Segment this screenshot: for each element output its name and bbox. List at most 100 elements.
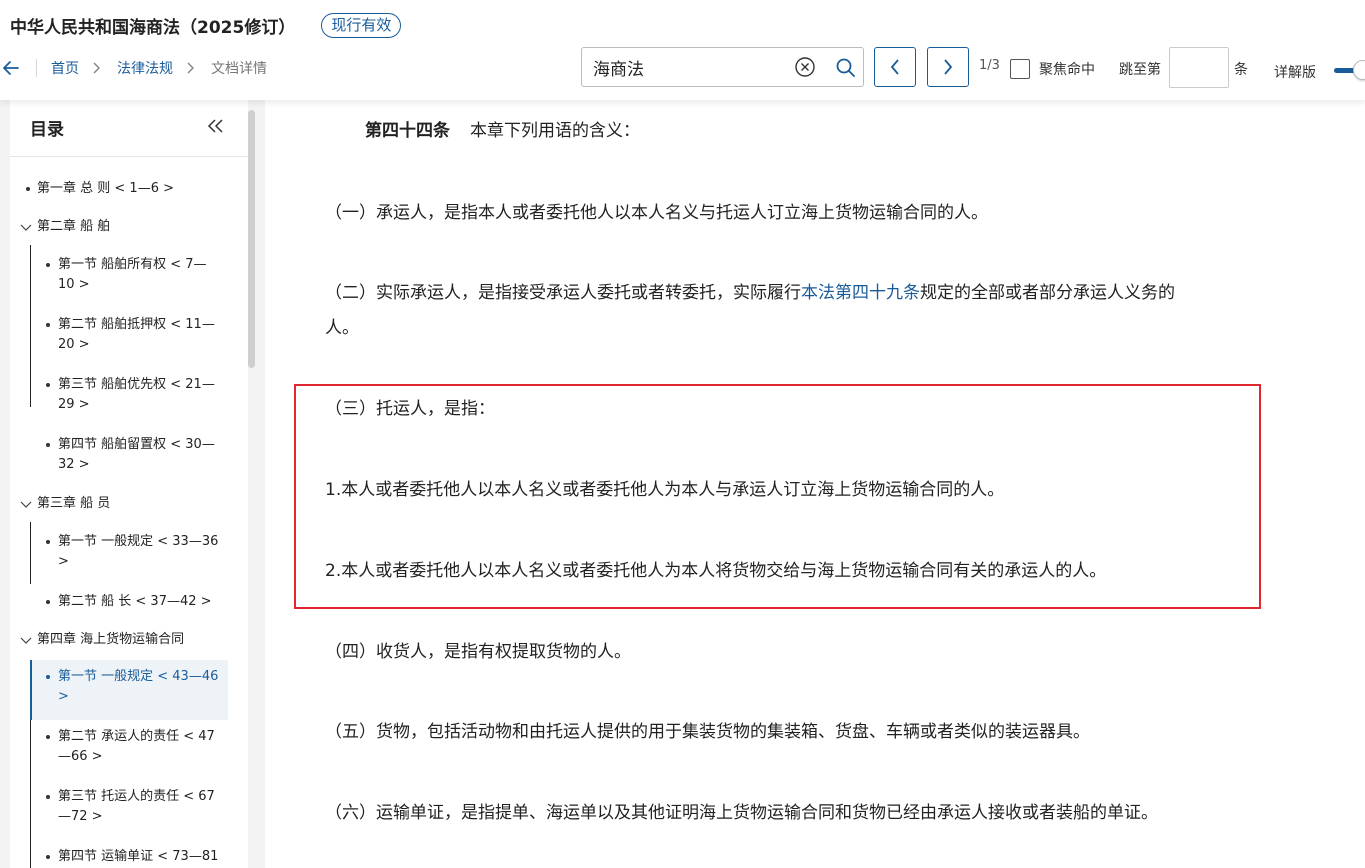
toc-item-label: 第一章 总 则 < 1—6 > (37, 181, 174, 196)
focus-hits-checkbox[interactable] (1010, 59, 1030, 79)
bullet-icon (46, 263, 50, 267)
back-arrow-icon[interactable] (0, 57, 22, 79)
toc-active-bar (30, 660, 32, 720)
toc-item-label: 第二节 承运人的责任 < 47 (58, 729, 215, 744)
toc-title: 目录 (30, 120, 64, 140)
header: 中华人民共和国海商法（2025修订） 现行有效 首页 法律法规 文档详情 海商法… (0, 0, 1365, 100)
article-number: 第四十四条 (365, 121, 450, 141)
bullet-icon (26, 187, 30, 191)
clause-4: （四）收货人，是指有权提取货物的人。 (325, 642, 631, 662)
toc-item-section[interactable]: 第四节 运输单证 < 73—81 (46, 847, 218, 867)
toc-item-label: 第一节 船舶所有权 < 7— (58, 257, 207, 272)
toc-item-label: > (58, 689, 69, 704)
clear-icon[interactable] (794, 56, 816, 78)
bullet-icon (46, 540, 50, 544)
clause-2-text: （二）实际承运人，是指接受承运人委托或者转委托，实际履行 (325, 283, 801, 303)
toc-item-label: 29 > (58, 397, 90, 412)
toc-item-label: 第四节 船舶留置权 < 30— (58, 437, 215, 452)
clause-1: （一）承运人，是指本人或者委托他人以本人名义与托运人订立海上货物运输合同的人。 (325, 203, 988, 223)
toc-header: 目录 (10, 100, 248, 157)
chevron-down-icon (20, 637, 32, 644)
breadcrumb-laws[interactable]: 法律法规 (117, 58, 173, 78)
app-window: 中华人民共和国海商法（2025修订） 现行有效 首页 法律法规 文档详情 海商法… (0, 0, 1365, 868)
toc-item-label: 第三节 船舶优先权 < 21— (58, 377, 215, 392)
toc-item-label: 20 > (58, 337, 90, 352)
chevron-down-icon (20, 501, 32, 508)
status-badge: 现行有效 (321, 12, 402, 38)
toc-item-section[interactable]: 第一节 船舶所有权 < 7— 10 > (46, 255, 207, 295)
title-row: 中华人民共和国海商法（2025修订） 现行有效 (10, 11, 402, 39)
chevron-right-icon (944, 59, 953, 75)
toc-item-chapter-4[interactable]: 第四章 海上货物运输合同 (20, 630, 184, 650)
bullet-icon (46, 323, 50, 327)
double-chevron-left-icon[interactable] (206, 117, 226, 135)
bullet-icon (46, 795, 50, 799)
bullet-icon (46, 600, 50, 604)
toc-item-chapter-1[interactable]: 第一章 总 则 < 1—6 > (24, 179, 174, 199)
toc-sidebar: 目录 第一章 总 则 < 1—6 > 第二章 船 舶 第一节 船舶所有权 < 7… (10, 100, 248, 868)
jump-to-unit: 条 (1234, 62, 1248, 78)
toc-item-label: 第一节 一般规定 < 33—36 (58, 534, 219, 549)
breadcrumb-current: 文档详情 (211, 61, 267, 77)
article-heading: 第四十四条 本章下列用语的含义： (365, 114, 640, 148)
highlight-box (294, 384, 1261, 609)
breadcrumb: 首页 法律法规 文档详情 (0, 52, 267, 84)
document-title: 中华人民共和国海商法（2025修订） (10, 17, 296, 38)
jump-to-label: 跳至第 (1119, 62, 1161, 78)
toc-tree-line (30, 522, 31, 584)
toc-item-label: 第二节 船舶抵押权 < 11— (58, 317, 215, 332)
toc-item-label: 第四节 运输单证 < 73—81 (58, 849, 219, 864)
bullet-icon (46, 675, 50, 679)
focus-hits-label: 聚焦命中 (1039, 62, 1095, 78)
clause-5: （五）货物，包括活动物和由托运人提供的用于集装货物的集装箱、货盘、车辆或者类似的… (325, 722, 1090, 742)
article-intro: 本章下列用语的含义： (470, 121, 640, 141)
toc-item-section-active[interactable]: 第一节 一般规定 < 43—46 > (46, 667, 218, 707)
toc-item-section[interactable]: 第三节 船舶优先权 < 21— 29 > (46, 375, 215, 415)
previous-hit-button[interactable] (874, 47, 916, 87)
clause-6: （六）运输单证，是指提单、海运单以及其他证明海上货物运输合同和货物已经由承运人接… (325, 803, 1158, 823)
next-hit-button[interactable] (927, 47, 969, 87)
toc-item-label: 第一节 一般规定 < 43—46 (58, 669, 219, 684)
toc-scrollbar[interactable] (248, 110, 255, 368)
toc-item-label: —66 > (58, 749, 103, 764)
article-49-link[interactable]: 本法第四十九条 (801, 283, 920, 303)
toc-item-section[interactable]: 第一节 一般规定 < 33—36 > (46, 532, 218, 572)
chevron-right-icon (92, 62, 104, 74)
detail-version-toggle-knob[interactable] (1353, 60, 1365, 80)
bullet-icon (46, 383, 50, 387)
toc-item-label: —72 > (58, 809, 103, 824)
toc-item-section[interactable]: 第三节 托运人的责任 < 67 —72 > (46, 787, 215, 827)
chevron-left-icon (890, 59, 899, 75)
chevron-down-icon (20, 224, 32, 231)
toc-item-label: 第四章 海上货物运输合同 (37, 632, 185, 647)
breadcrumb-home[interactable]: 首页 (51, 58, 79, 78)
clause-2: （二）实际承运人，是指接受承运人委托或者转委托，实际履行本法第四十九条规定的全部… (325, 276, 1175, 310)
clause-2-text: 规定的全部或者部分承运人义务的 (920, 283, 1175, 303)
chevron-right-icon (186, 62, 198, 74)
bullet-icon (46, 443, 50, 447)
hit-count: 1/3 (979, 58, 1000, 73)
toc-item-label: 第三章 船 员 (37, 496, 111, 511)
toc-item-label: 第二节 船 长 < 37—42 > (58, 594, 212, 609)
toc-item-label: > (58, 554, 69, 569)
toc-item-chapter-2[interactable]: 第二章 船 舶 (20, 217, 110, 237)
clause-2-line-2: 人。 (325, 318, 359, 338)
search-icon[interactable] (835, 57, 856, 78)
toc-item-section[interactable]: 第四节 船舶留置权 < 30— 32 > (46, 435, 215, 475)
toc-item-section[interactable]: 第二节 船舶抵押权 < 11— 20 > (46, 315, 215, 355)
toc-item-label: 第二章 船 舶 (37, 219, 111, 234)
toc-tree-line (30, 245, 31, 407)
toc-item-section[interactable]: 第二节 船 长 < 37—42 > (46, 592, 212, 612)
toc-item-label: 第三节 托运人的责任 < 67 (58, 789, 215, 804)
toc-item-chapter-3[interactable]: 第三章 船 员 (20, 494, 110, 514)
bullet-icon (46, 855, 50, 859)
jump-to-input[interactable] (1169, 47, 1229, 88)
search-input[interactable] (593, 57, 793, 77)
toc-item-section[interactable]: 第二节 承运人的责任 < 47 —66 > (46, 727, 215, 767)
toc-item-label: 10 > (58, 277, 90, 292)
search-box (581, 47, 864, 87)
toc-tree-line (30, 720, 31, 868)
toc-item-label: 32 > (58, 457, 90, 472)
detail-version-label: 详解版 (1274, 65, 1316, 81)
bullet-icon (46, 735, 50, 739)
